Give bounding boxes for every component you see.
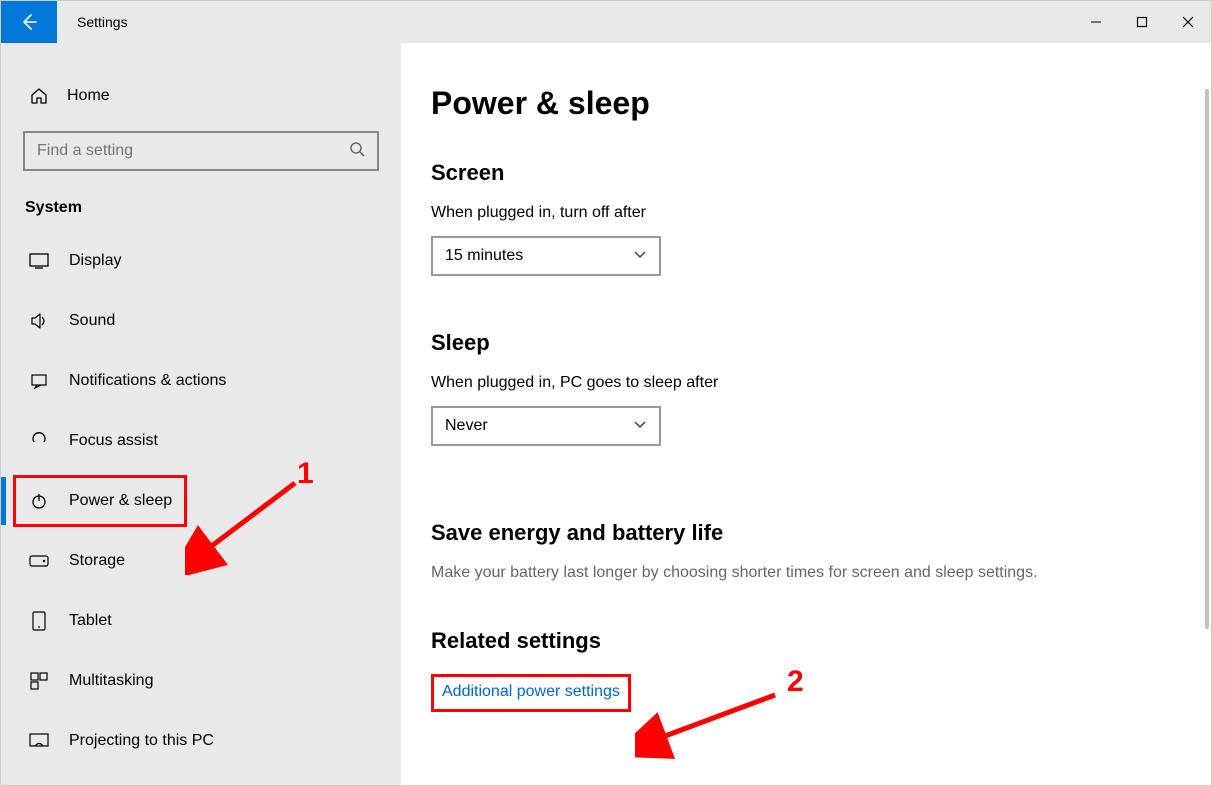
chevron-down-icon (633, 247, 647, 265)
sidebar-item-label: Notifications & actions (69, 372, 226, 390)
sidebar: Home System Display Sound (1, 43, 401, 785)
tablet-icon (29, 611, 49, 631)
projecting-icon (29, 731, 49, 751)
minimize-button[interactable] (1073, 1, 1119, 43)
sidebar-item-multitasking[interactable]: Multitasking (1, 651, 401, 711)
scrollbar[interactable] (1205, 89, 1209, 629)
annotation-arrow-2 (635, 681, 795, 761)
sidebar-item-label: Multitasking (69, 672, 153, 690)
annotation-highlight-2: Additional power settings (431, 674, 631, 712)
sidebar-item-label: Storage (69, 552, 125, 570)
sidebar-item-power-sleep[interactable]: Power & sleep (1, 471, 401, 531)
focus-assist-icon (29, 431, 49, 451)
sidebar-home[interactable]: Home (1, 73, 401, 119)
sidebar-item-notifications[interactable]: Notifications & actions (1, 351, 401, 411)
related-heading: Related settings (431, 628, 1211, 654)
notifications-icon (29, 371, 49, 391)
arrow-left-icon (19, 12, 39, 32)
sidebar-nav: Display Sound Notifications & actions Fo… (1, 231, 401, 771)
back-button[interactable] (1, 1, 57, 43)
search-input[interactable] (23, 131, 379, 171)
display-icon (29, 251, 49, 271)
main-content: Power & sleep Screen When plugged in, tu… (401, 43, 1211, 785)
energy-description: Make your battery last longer by choosin… (431, 564, 1211, 582)
window-title: Settings (57, 1, 128, 43)
multitasking-icon (29, 671, 49, 691)
sidebar-item-tablet[interactable]: Tablet (1, 591, 401, 651)
sidebar-item-label: Focus assist (69, 432, 158, 450)
screen-off-select[interactable]: 15 minutes (431, 236, 661, 276)
sound-icon (29, 311, 49, 331)
sidebar-item-focus-assist[interactable]: Focus assist (1, 411, 401, 471)
power-icon (29, 491, 49, 511)
sleep-value: Never (445, 417, 488, 435)
search-field[interactable] (37, 142, 349, 160)
close-icon (1182, 16, 1194, 28)
sidebar-group-label: System (1, 171, 401, 231)
sleep-heading: Sleep (431, 330, 1211, 356)
sidebar-item-display[interactable]: Display (1, 231, 401, 291)
screen-heading: Screen (431, 160, 1211, 186)
chevron-down-icon (633, 417, 647, 435)
sidebar-item-label: Projecting to this PC (69, 732, 214, 750)
screen-off-value: 15 minutes (445, 247, 523, 265)
minimize-icon (1090, 16, 1102, 28)
sidebar-home-label: Home (67, 87, 110, 105)
sleep-label: When plugged in, PC goes to sleep after (431, 374, 1211, 392)
maximize-icon (1136, 16, 1148, 28)
sidebar-item-projecting[interactable]: Projecting to this PC (1, 711, 401, 771)
home-icon (29, 86, 49, 106)
sidebar-item-label: Sound (69, 312, 115, 330)
search-icon (349, 141, 365, 162)
sidebar-item-sound[interactable]: Sound (1, 291, 401, 351)
sleep-select[interactable]: Never (431, 406, 661, 446)
maximize-button[interactable] (1119, 1, 1165, 43)
annotation-number-2: 2 (787, 665, 804, 699)
sidebar-item-label: Tablet (69, 612, 112, 630)
sidebar-item-label: Display (69, 252, 121, 270)
close-button[interactable] (1165, 1, 1211, 43)
sidebar-item-storage[interactable]: Storage (1, 531, 401, 591)
additional-power-settings-link[interactable]: Additional power settings (442, 681, 620, 703)
screen-off-label: When plugged in, turn off after (431, 204, 1211, 222)
settings-window: Settings Home (0, 0, 1212, 786)
sidebar-item-label: Power & sleep (69, 492, 172, 510)
storage-icon (29, 551, 49, 571)
page-title: Power & sleep (431, 85, 1211, 122)
window-controls (1073, 1, 1211, 43)
titlebar: Settings (1, 1, 1211, 43)
energy-heading: Save energy and battery life (431, 520, 1211, 546)
